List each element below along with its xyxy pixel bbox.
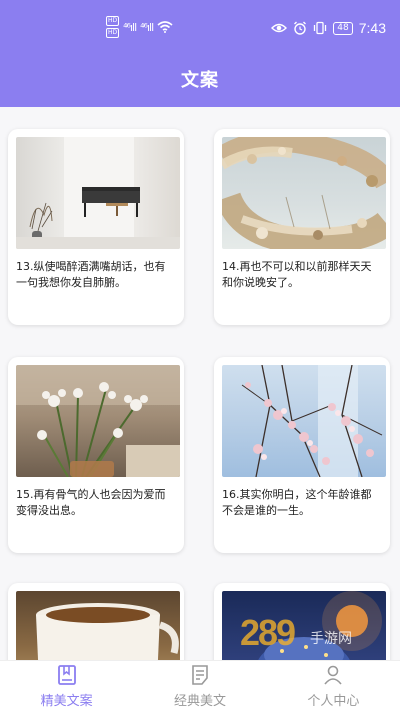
- card-image: [222, 365, 386, 477]
- hd-badge: HD: [106, 28, 120, 38]
- card-text: 14.再也不可以和以前那样天天和你说晚安了。: [222, 260, 372, 289]
- status-bar: HD HD ⁴⁶ıll ⁴⁶ıll 48 7:43: [0, 0, 400, 56]
- watermark-logo: 289: [240, 612, 296, 653]
- watermark-text: 手游网: [310, 631, 352, 647]
- person-icon: [321, 663, 345, 687]
- signal-icon: ⁴⁶ıll: [123, 20, 137, 34]
- card-text: 15.再有骨气的人也会因为爱而变得没出息。: [16, 488, 166, 517]
- card-text: 13.纵使喝醉酒满嘴胡话，也有一句我想你发自肺腑。: [16, 260, 166, 289]
- article-card[interactable]: 13.纵使喝醉酒满嘴胡话，也有一句我想你发自肺腑。: [8, 129, 184, 325]
- signal-group: HD HD ⁴⁶ıll ⁴⁶ıll: [106, 16, 173, 38]
- card-image: [16, 591, 180, 660]
- card-image: [16, 137, 180, 249]
- article-card[interactable]: 15.再有骨气的人也会因为爱而变得没出息。: [8, 357, 184, 553]
- status-right: 48 7:43: [271, 20, 386, 36]
- book-icon: [55, 663, 79, 687]
- card-image: [16, 365, 180, 477]
- page-title: 文案: [181, 70, 219, 91]
- nav-item-profile[interactable]: 个人中心: [267, 661, 400, 711]
- nav-item-featured[interactable]: 精美文案: [0, 661, 133, 711]
- hd-indicators: HD HD: [106, 16, 120, 38]
- battery-icon: 48: [333, 21, 353, 35]
- card-text: 16.其实你明白，这个年龄谁都不会是谁的一生。: [222, 488, 372, 517]
- alarm-icon: [294, 21, 307, 35]
- nav-label: 经典美文: [173, 694, 226, 709]
- eye-icon: [271, 23, 288, 33]
- nav-label: 精美文案: [40, 694, 93, 709]
- nav-item-classic[interactable]: 经典美文: [133, 661, 266, 711]
- signal-icon: ⁴⁶ıll: [140, 20, 154, 34]
- article-card[interactable]: 16.其实你明白，这个年龄谁都不会是谁的一生。: [214, 357, 390, 553]
- bottom-nav: 精美文案 经典美文 个人中心: [0, 660, 400, 711]
- article-card[interactable]: 14.再也不可以和以前那样天天和你说晚安了。: [214, 129, 390, 325]
- hd-badge: HD: [106, 16, 120, 26]
- nav-label: 个人中心: [307, 694, 360, 709]
- app-header: HD HD ⁴⁶ıll ⁴⁶ıll 48 7:43 文案: [0, 0, 400, 107]
- status-time: 7:43: [358, 20, 386, 36]
- document-icon: [188, 663, 212, 687]
- article-card[interactable]: [8, 583, 184, 660]
- card-grid[interactable]: 13.纵使喝醉酒满嘴胡话，也有一句我想你发自肺腑。 14.再也不可以和以前那样天…: [0, 107, 400, 660]
- vibrate-icon: [314, 21, 327, 35]
- card-image: [222, 137, 386, 249]
- wifi-icon: [157, 21, 173, 33]
